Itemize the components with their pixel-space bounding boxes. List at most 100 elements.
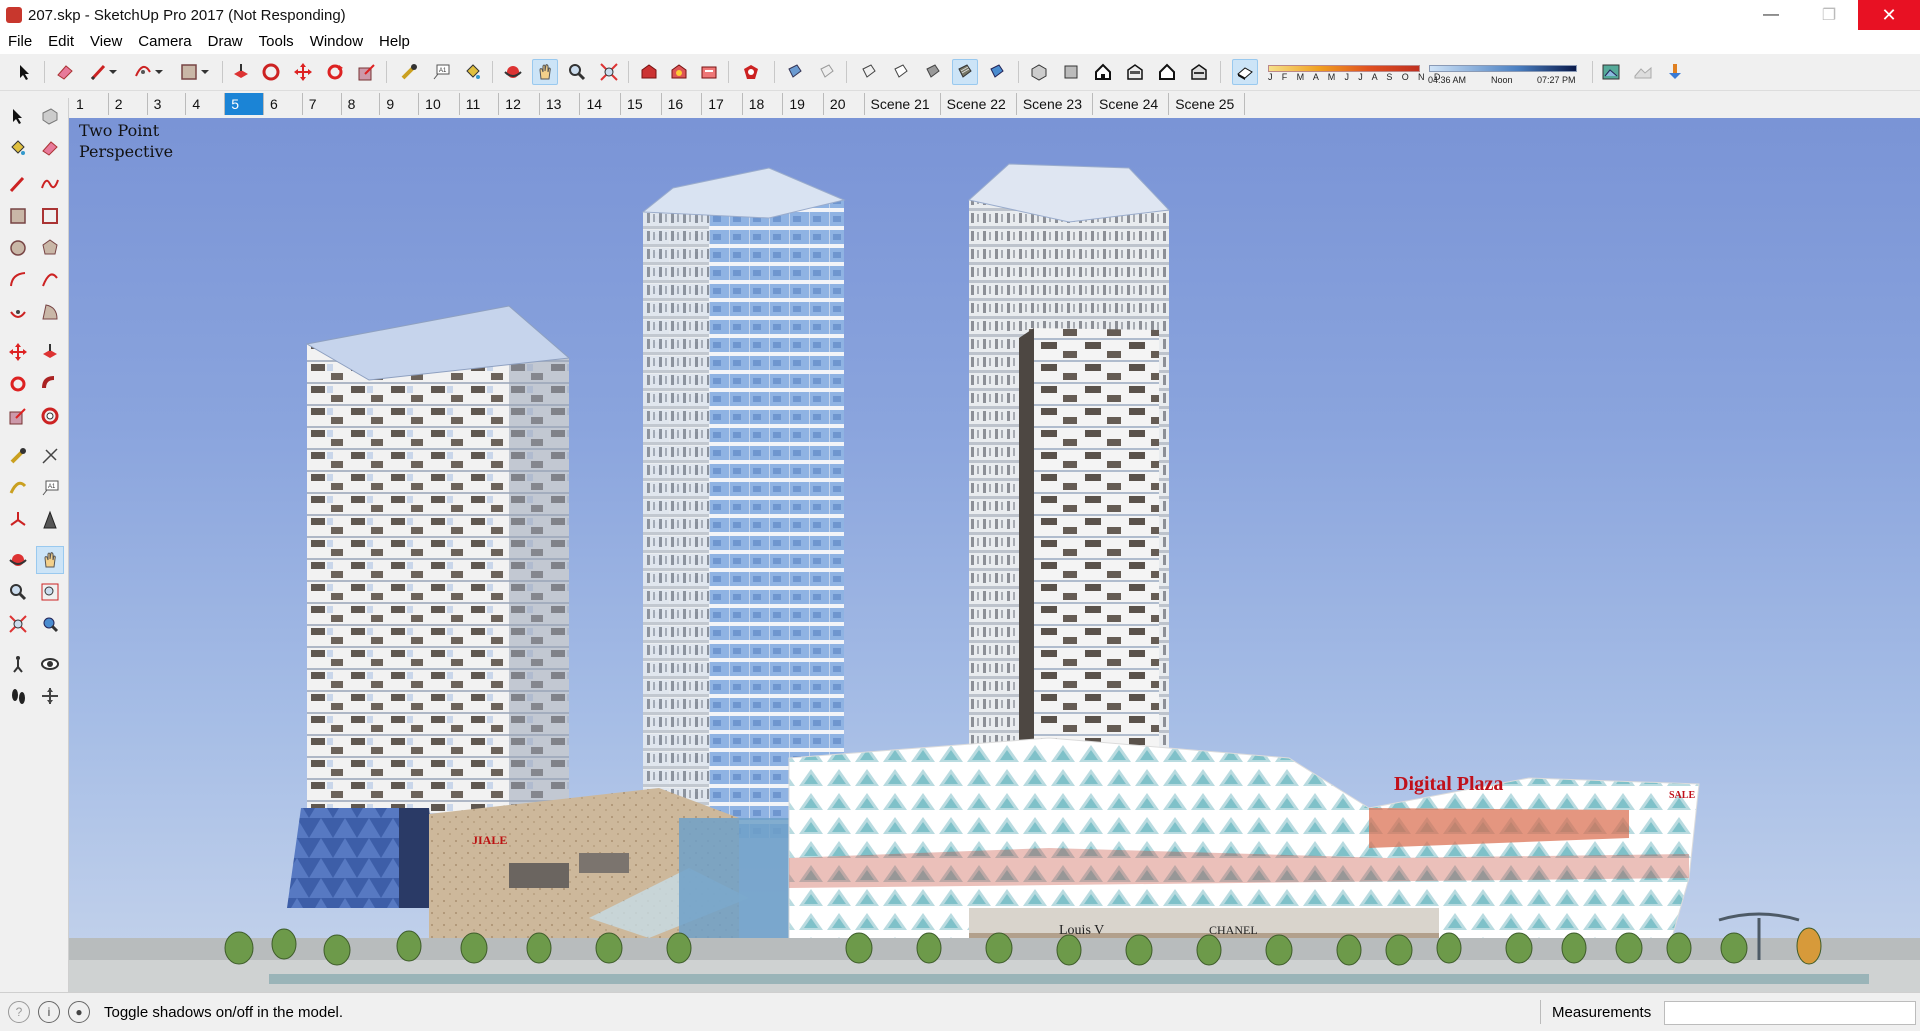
scene-tab[interactable]: 4	[186, 93, 226, 115]
left-view-icon[interactable]	[1186, 59, 1212, 85]
move-icon[interactable]	[290, 59, 316, 85]
select-icon[interactable]	[12, 59, 38, 85]
menu-help[interactable]: Help	[371, 30, 418, 54]
walk-icon[interactable]	[4, 682, 32, 710]
minimize-button[interactable]: —	[1742, 0, 1800, 30]
monochrome-icon[interactable]	[984, 59, 1010, 85]
circle-icon[interactable]	[4, 234, 32, 262]
share-component-icon[interactable]	[696, 59, 722, 85]
menu-edit[interactable]: Edit	[40, 30, 82, 54]
pie-icon[interactable]	[36, 298, 64, 326]
zoom-window-icon[interactable]	[36, 578, 64, 606]
paint-bucket-icon[interactable]	[4, 134, 32, 162]
scene-tab[interactable]: 14	[580, 93, 622, 115]
sketchup-app-icon[interactable]	[6, 7, 22, 23]
two-point-arc-icon[interactable]	[36, 266, 64, 294]
back-edges-icon[interactable]	[814, 59, 840, 85]
maximize-button[interactable]: ❐	[1800, 0, 1858, 30]
rectangle-icon[interactable]	[4, 202, 32, 230]
scene-tab[interactable]: 8	[342, 93, 381, 115]
rotate-icon[interactable]	[322, 59, 348, 85]
shadows-toggle-icon[interactable]	[1232, 59, 1258, 85]
top-view-icon[interactable]	[1058, 59, 1084, 85]
protractor-icon[interactable]	[4, 474, 32, 502]
credits-info-icon[interactable]: i	[38, 1001, 60, 1023]
zoom-extents-icon[interactable]	[596, 59, 622, 85]
back-view-icon[interactable]	[1154, 59, 1180, 85]
scene-tab[interactable]: 1	[70, 93, 109, 115]
scene-tab[interactable]: Scene 23	[1017, 93, 1094, 115]
follow-me-icon[interactable]	[258, 59, 284, 85]
scene-tab[interactable]: 2	[109, 93, 148, 115]
select-icon[interactable]	[4, 102, 32, 130]
scene-tab[interactable]: 13	[540, 93, 581, 115]
add-location-icon[interactable]	[1598, 59, 1624, 85]
polygon-icon[interactable]	[36, 234, 64, 262]
rotate-icon[interactable]	[4, 370, 32, 398]
section-plane-icon[interactable]	[36, 682, 64, 710]
dimension-icon[interactable]	[36, 442, 64, 470]
text-label-icon[interactable]: A1	[428, 59, 454, 85]
scene-tab[interactable]: 10	[419, 93, 460, 115]
zoom-icon[interactable]	[4, 578, 32, 606]
previous-view-icon[interactable]	[36, 610, 64, 638]
share-model-icon[interactable]	[666, 59, 692, 85]
orbit-icon[interactable]	[500, 59, 526, 85]
xray-style-icon[interactable]	[782, 59, 808, 85]
arc-icon[interactable]	[4, 266, 32, 294]
position-camera-icon[interactable]	[4, 650, 32, 678]
scene-tab[interactable]: Scene 24	[1093, 93, 1170, 115]
move-icon[interactable]	[4, 338, 32, 366]
follow-me-icon[interactable]	[36, 370, 64, 398]
push-pull-icon[interactable]	[36, 338, 64, 366]
scene-tab[interactable]: 12	[499, 93, 540, 115]
measurements-input[interactable]	[1664, 1001, 1916, 1025]
eraser-icon[interactable]	[52, 59, 78, 85]
scene-tab[interactable]: 18	[743, 93, 784, 115]
scene-tab[interactable]: 15	[621, 93, 662, 115]
menu-draw[interactable]: Draw	[200, 30, 251, 54]
scene-tab[interactable]: 9	[380, 93, 420, 115]
scene-tab[interactable]: 19	[783, 93, 824, 115]
scene-tab[interactable]: Scene 22	[941, 93, 1017, 115]
right-view-icon[interactable]	[1122, 59, 1148, 85]
scene-tab[interactable]: 3	[148, 93, 187, 115]
menu-tools[interactable]: Tools	[251, 30, 302, 54]
time-slider[interactable]	[1429, 65, 1577, 72]
paint-bucket-icon[interactable]	[460, 59, 486, 85]
hidden-line-icon[interactable]	[888, 59, 914, 85]
rotated-rectangle-icon[interactable]	[36, 202, 64, 230]
scene-tab[interactable]: Scene 25	[1169, 93, 1246, 115]
axes-icon[interactable]	[4, 506, 32, 534]
user-account-icon[interactable]: ●	[68, 1001, 90, 1023]
scale-icon[interactable]	[354, 59, 380, 85]
make-component-icon[interactable]	[36, 102, 64, 130]
zoom-icon[interactable]	[564, 59, 590, 85]
front-view-icon[interactable]	[1090, 59, 1116, 85]
date-slider[interactable]	[1268, 65, 1420, 72]
scene-tab[interactable]: 17	[702, 93, 743, 115]
scene-tab[interactable]: 6	[264, 93, 303, 115]
scene-tab[interactable]: Scene 21	[865, 93, 941, 115]
menu-file[interactable]: File	[0, 30, 40, 54]
3d-text-icon[interactable]	[36, 506, 64, 534]
zoom-extents-icon[interactable]	[4, 610, 32, 638]
scene-tab[interactable]: 7	[303, 93, 342, 115]
photo-textures-icon[interactable]	[1662, 59, 1688, 85]
pan-icon[interactable]	[532, 59, 558, 85]
scale-icon[interactable]	[4, 402, 32, 430]
menu-camera[interactable]: Camera	[130, 30, 199, 54]
scene-tab[interactable]: 11	[460, 93, 500, 115]
shaded-icon[interactable]	[920, 59, 946, 85]
offset-icon[interactable]	[36, 402, 64, 430]
scene-tab[interactable]: 5	[225, 93, 264, 115]
extension-warehouse-icon[interactable]	[738, 59, 764, 85]
line-dropdown-icon[interactable]	[106, 59, 120, 85]
push-pull-icon[interactable]	[228, 59, 254, 85]
scene-tab[interactable]: 16	[662, 93, 703, 115]
geo-location-icon[interactable]: ?	[8, 1001, 30, 1023]
wireframe-icon[interactable]	[856, 59, 882, 85]
freehand-icon[interactable]	[36, 170, 64, 198]
pan-icon[interactable]	[36, 546, 64, 574]
toggle-terrain-icon[interactable]	[1630, 59, 1656, 85]
